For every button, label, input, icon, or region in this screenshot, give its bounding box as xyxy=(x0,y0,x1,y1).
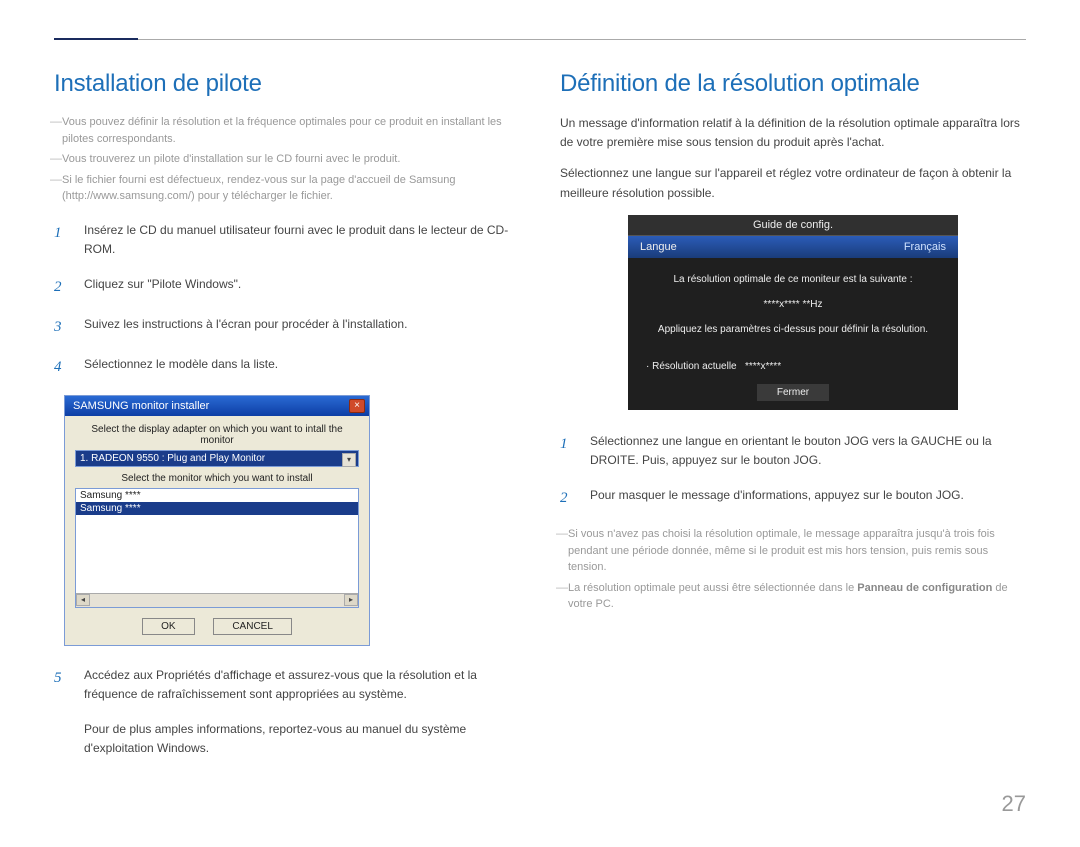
monitor-label: Select the monitor which you want to ins… xyxy=(75,473,359,484)
left-step-3: 3 Suivez les instructions à l'écran pour … xyxy=(54,315,520,339)
right-intro-2: Sélectionnez une langue sur l'appareil e… xyxy=(560,164,1026,202)
monitor-item-2[interactable]: Samsung **** xyxy=(76,502,358,515)
page: Installation de pilote Vous pouvez défin… xyxy=(0,0,1080,847)
monitor-listbox[interactable]: Samsung **** Samsung **** ◂ ▸ xyxy=(75,488,359,608)
left-note-1: Vous pouvez définir la résolution et la … xyxy=(54,114,520,147)
step-num: 2 xyxy=(560,486,576,510)
left-steps: 1 Insérez le CD du manuel utilisateur fou… xyxy=(54,221,520,379)
step-num: 4 xyxy=(54,355,70,379)
right-step-1: 1 Sélectionnez une langue en orientant le… xyxy=(560,432,1026,470)
osd-language-label: Langue xyxy=(640,241,677,253)
step-text: Suivez les instructions à l'écran pour p… xyxy=(84,315,520,339)
scroll-right-icon[interactable]: ▸ xyxy=(344,594,358,606)
close-icon[interactable]: × xyxy=(349,399,365,413)
step-text: Pour masquer le message d'informations, … xyxy=(590,486,1026,510)
dialog-titlebar: SAMSUNG monitor installer × xyxy=(65,396,369,416)
right-column: Définition de la résolution optimale Un … xyxy=(560,70,1026,771)
right-step-2: 2 Pour masquer le message d'informations,… xyxy=(560,486,1026,510)
step-text: Insérez le CD du manuel utilisateur four… xyxy=(84,221,520,259)
config-panel-ref: Panneau de configuration xyxy=(857,582,992,594)
left-note-2: Vous trouverez un pilote d'installation … xyxy=(54,151,520,168)
step-text: Sélectionnez une langue en orientant le … xyxy=(590,432,1026,470)
left-note-list: Vous pouvez définir la résolution et la … xyxy=(54,114,520,205)
left-step-5-wrap: 5 Accédez aux Propriétés d'affichage et a… xyxy=(54,666,520,704)
osd-resolution-actual: · Résolution actuelle ****x**** xyxy=(628,361,958,372)
cancel-button[interactable]: CANCEL xyxy=(213,618,292,635)
left-note-3: Si le fichier fourni est défectueux, ren… xyxy=(54,172,520,205)
osd-line-2: ****x**** **Hz xyxy=(646,299,940,310)
chevron-down-icon[interactable]: ▾ xyxy=(342,453,356,467)
left-step-5: 5 Accédez aux Propriétés d'affichage et a… xyxy=(54,666,520,704)
step-num: 3 xyxy=(54,315,70,339)
two-column-layout: Installation de pilote Vous pouvez défin… xyxy=(54,70,1026,771)
left-closing-para: Pour de plus amples informations, report… xyxy=(84,720,520,758)
ok-button[interactable]: OK xyxy=(142,618,194,635)
left-step-4: 4 Sélectionnez le modèle dans la liste. xyxy=(54,355,520,379)
adapter-label: Select the display adapter on which you … xyxy=(75,424,359,446)
osd-res-label: · Résolution actuelle xyxy=(646,361,737,372)
osd-language-value: Français xyxy=(904,241,946,253)
step-num: 1 xyxy=(560,432,576,470)
horizontal-scrollbar[interactable]: ◂ ▸ xyxy=(76,593,358,607)
adapter-dropdown[interactable]: 1. RADEON 9550 : Plug and Play Monitor ▾ xyxy=(75,450,359,467)
dialog-body: Select the display adapter on which you … xyxy=(65,416,369,645)
osd-title: Guide de config. xyxy=(628,215,958,235)
monitor-item-1[interactable]: Samsung **** xyxy=(76,489,358,502)
osd-close-button[interactable]: Fermer xyxy=(757,384,829,401)
step-text: Cliquez sur "Pilote Windows". xyxy=(84,275,520,299)
step-text: Sélectionnez le modèle dans la liste. xyxy=(84,355,520,379)
left-column: Installation de pilote Vous pouvez défin… xyxy=(54,70,520,771)
right-note-list: Si vous n'avez pas choisi la résolution … xyxy=(560,526,1026,613)
right-title: Définition de la résolution optimale xyxy=(560,70,1026,98)
header-rule-thick xyxy=(54,38,138,40)
step-num: 2 xyxy=(54,275,70,299)
osd-guide-dialog: Guide de config. Langue Français La réso… xyxy=(628,215,958,410)
osd-language-row[interactable]: Langue Français xyxy=(628,236,958,258)
left-step-2: 2 Cliquez sur "Pilote Windows". xyxy=(54,275,520,299)
right-note-1: Si vous n'avez pas choisi la résolution … xyxy=(560,526,1026,576)
header-rule xyxy=(54,38,1026,40)
windows-installer-dialog: SAMSUNG monitor installer × Select the d… xyxy=(64,395,370,646)
step-num: 1 xyxy=(54,221,70,259)
dialog-buttons: OK CANCEL xyxy=(75,618,359,635)
left-title: Installation de pilote xyxy=(54,70,520,98)
scroll-left-icon[interactable]: ◂ xyxy=(76,594,90,606)
dialog-title-text: SAMSUNG monitor installer xyxy=(73,400,209,412)
osd-body: La résolution optimale de ce moniteur es… xyxy=(628,258,958,361)
adapter-selected: 1. RADEON 9550 : Plug and Play Monitor xyxy=(76,451,358,466)
right-steps: 1 Sélectionnez une langue en orientant le… xyxy=(560,432,1026,510)
osd-line-1: La résolution optimale de ce moniteur es… xyxy=(646,274,940,285)
osd-res-value: ****x**** xyxy=(745,361,781,372)
osd-close-row: Fermer xyxy=(628,386,958,398)
left-step-1: 1 Insérez le CD du manuel utilisateur fou… xyxy=(54,221,520,259)
osd-line-3: Appliquez les paramètres ci-dessus pour … xyxy=(646,324,940,335)
right-intro-1: Un message d'information relatif à la dé… xyxy=(560,114,1026,152)
step-text: Accédez aux Propriétés d'affichage et as… xyxy=(84,666,520,704)
header-rule-thin xyxy=(138,39,1026,40)
right-note-2: La résolution optimale peut aussi être s… xyxy=(560,580,1026,613)
step-num: 5 xyxy=(54,666,70,704)
page-number: 27 xyxy=(54,791,1026,817)
